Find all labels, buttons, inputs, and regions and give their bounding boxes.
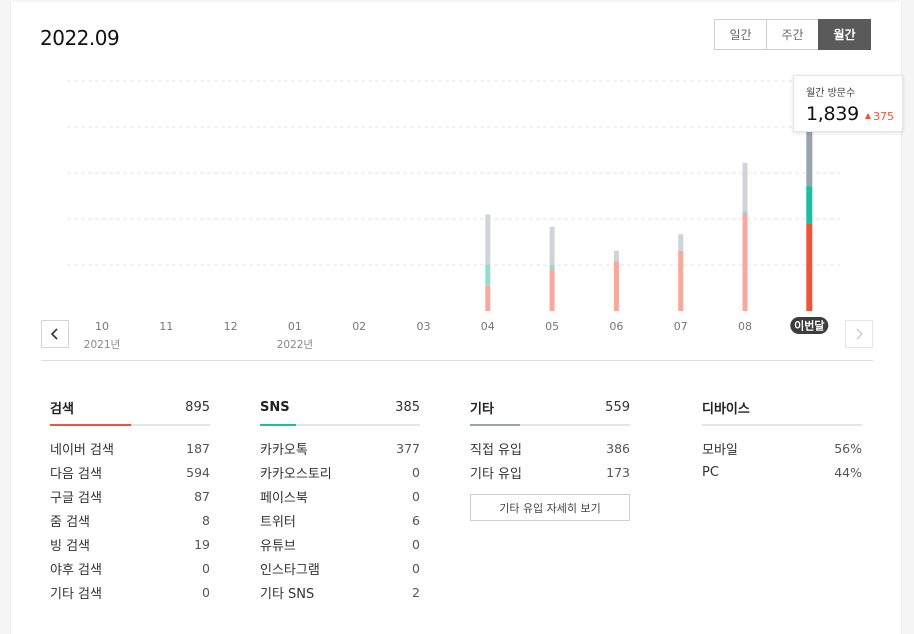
- bar-segment[interactable]: [613, 261, 619, 311]
- tooltip-value: 1,839: [806, 103, 859, 125]
- breakdown-sns-header: SNS 385: [260, 390, 420, 426]
- bar-segment[interactable]: [485, 285, 491, 311]
- bar-segment[interactable]: [806, 186, 813, 224]
- breakdown-device: 디바이스 모바일 56% PC 44%: [702, 390, 862, 484]
- section-divider: [41, 360, 873, 361]
- x-tick-label: 이번달: [794, 319, 824, 333]
- bar-segment[interactable]: [549, 265, 555, 270]
- list-item: 직접 유입 386: [470, 440, 630, 458]
- list-item: 다음 검색 594: [50, 464, 210, 482]
- tooltip-label: 월간 방문수: [806, 88, 856, 99]
- chart-next-button[interactable]: [845, 320, 873, 348]
- x-tick-label: 07: [674, 320, 688, 333]
- breakdown-sns: SNS 385 카카오톡 377 카카오스토리 0 페이스북 0 트위터 6 유튜브 0 …: [260, 390, 420, 604]
- chevron-right-icon: [856, 328, 864, 340]
- list-item: 줌 검색 8: [50, 512, 210, 530]
- chart-prev-button[interactable]: [41, 320, 69, 348]
- bar-segment[interactable]: [742, 162, 748, 212]
- bar-segment[interactable]: [485, 214, 491, 265]
- x-tick-label: 12: [224, 320, 238, 333]
- bar-segment[interactable]: [678, 234, 684, 251]
- other-inflow-detail-button[interactable]: 기타 유입 자세히 보기: [470, 494, 630, 521]
- tooltip-delta: ▲ 375: [865, 110, 894, 123]
- breakdown-total: 559: [605, 399, 630, 415]
- breakdown-title: 기타: [470, 401, 494, 417]
- bar-segment[interactable]: [742, 213, 748, 311]
- breakdown-search-header: 검색 895: [50, 390, 210, 426]
- breakdown-search: 검색 895 네이버 검색 187 다음 검색 594 구글 검색 87 줌 검색 8 …: [50, 390, 210, 604]
- list-item: 빙 검색 19: [50, 536, 210, 554]
- list-item: 페이스북 0: [260, 488, 420, 506]
- bar-segment[interactable]: [742, 211, 748, 214]
- stats-panel: 2022.09 일간 주간 월간 10 11 12 01 02 03 04 05 06 07 08 이…: [10, 2, 903, 634]
- breakdown-title: 검색: [50, 401, 74, 417]
- bar-segment[interactable]: [549, 269, 555, 311]
- triangle-up-icon: ▲: [864, 111, 872, 120]
- list-item: 모바일 56%: [702, 440, 862, 458]
- chevron-left-icon: [50, 328, 58, 340]
- bar-segment[interactable]: [806, 223, 813, 311]
- year-label: 2021년: [84, 339, 120, 351]
- list-item: 카카오톡 377: [260, 440, 420, 458]
- chart-tooltip: 월간 방문수 1,839 ▲ 375: [793, 75, 903, 132]
- year-label: 2022년: [277, 339, 313, 351]
- bar-segment[interactable]: [549, 226, 555, 265]
- bar-segment[interactable]: [806, 131, 813, 187]
- x-tick-label: 01: [288, 320, 302, 333]
- bar-segment[interactable]: [678, 250, 684, 311]
- list-item: 네이버 검색 187: [50, 440, 210, 458]
- list-item: 기타 검색 0: [50, 584, 210, 602]
- list-item: 기타 SNS 2: [260, 584, 420, 602]
- breakdown-title: SNS: [260, 399, 290, 415]
- list-item: 트위터 6: [260, 512, 420, 530]
- x-tick-label: 05: [545, 320, 559, 333]
- x-tick-label: 08: [738, 320, 752, 333]
- bar-segment[interactable]: [485, 264, 491, 286]
- bar-segment[interactable]: [613, 250, 619, 262]
- list-item: 기타 유입 173: [470, 464, 630, 482]
- breakdown-total: 895: [185, 399, 210, 415]
- visits-chart: 10 11 12 01 02 03 04 05 06 07 08 이번달 2021년 2022년: [67, 80, 840, 351]
- x-tick-label: 04: [481, 320, 495, 333]
- breakdown-accent: [260, 424, 296, 426]
- breakdown-total: 385: [395, 399, 420, 415]
- breakdown-other: 기타 559 직접 유입 386 기타 유입 173 기타 유입 자세히 보기: [470, 390, 630, 521]
- breakdown-other-header: 기타 559: [470, 390, 630, 426]
- breakdown-accent: [470, 424, 520, 426]
- x-tick-label: 10: [95, 320, 109, 333]
- x-tick-label: 03: [417, 320, 431, 333]
- list-item: 카카오스토리 0: [260, 464, 420, 482]
- list-item: PC 44%: [702, 464, 862, 480]
- x-tick-label: 11: [159, 320, 173, 333]
- x-tick-label: 06: [609, 320, 623, 333]
- breakdown-title: 디바이스: [702, 401, 750, 417]
- list-item: 야후 검색 0: [50, 560, 210, 578]
- breakdown-accent: [50, 424, 131, 426]
- x-tick-label: 02: [352, 320, 366, 333]
- list-item: 구글 검색 87: [50, 488, 210, 506]
- list-item: 인스타그램 0: [260, 560, 420, 578]
- tooltip-delta-value: 375: [873, 110, 895, 123]
- breakdown-device-header: 디바이스: [702, 390, 862, 426]
- list-item: 유튜브 0: [260, 536, 420, 554]
